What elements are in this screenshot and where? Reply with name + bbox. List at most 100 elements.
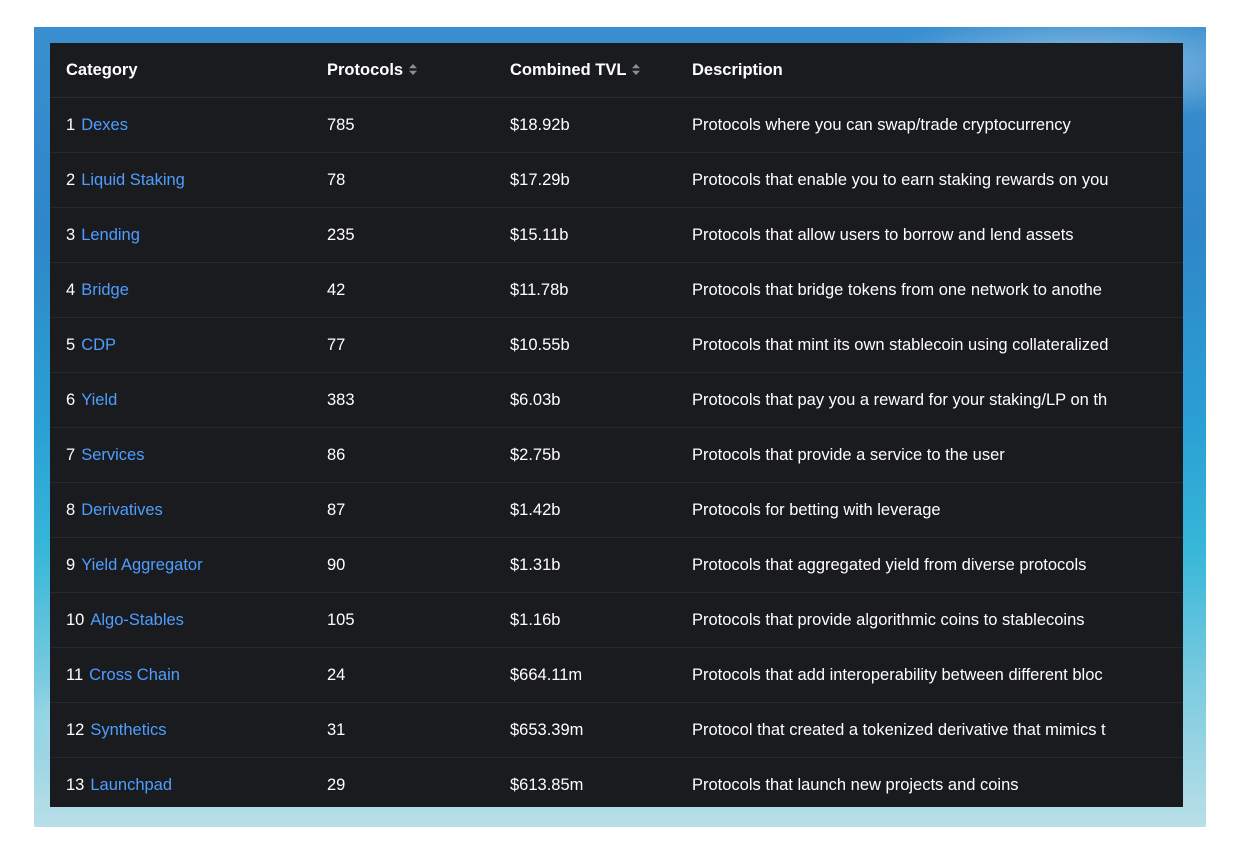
table-row: 13 Launchpad 29 $613.85m Protocols that laun…	[50, 758, 1183, 808]
category-description: Protocols that pay you a reward for your…	[692, 390, 1108, 409]
table-row: 3 Lending 235 $15.11b Protocols that allow u…	[50, 208, 1183, 263]
combined-tvl-value: $15.11b	[510, 225, 569, 244]
combined-tvl-value: $1.31b	[510, 555, 561, 574]
categories-table-panel: Category Protocols Combined TVL Descript…	[50, 43, 1183, 807]
category-description: Protocols that bridge tokens from one ne…	[692, 280, 1102, 299]
table-row: 10 Algo-Stables 105 $1.16b Protocols that pr…	[50, 593, 1183, 648]
category-link[interactable]: Liquid Staking	[81, 171, 185, 189]
header-combined-tvl[interactable]: Combined TVL	[510, 43, 692, 98]
combined-tvl-value: $2.75b	[510, 445, 561, 464]
category-cell: 5 CDP	[50, 318, 327, 373]
combined-tvl-value: $613.85m	[510, 775, 584, 794]
combined-tvl-value: $1.16b	[510, 610, 561, 629]
categories-table: Category Protocols Combined TVL Descript…	[50, 43, 1183, 807]
combined-tvl-value: $10.55b	[510, 335, 570, 354]
table-row: 5 CDP 77 $10.55b Protocols that mint its own…	[50, 318, 1183, 373]
category-description: Protocols that add interoperability betw…	[692, 665, 1103, 684]
sort-icon[interactable]	[632, 63, 641, 78]
category-link[interactable]: Dexes	[81, 116, 128, 134]
protocols-count: 24	[327, 665, 346, 684]
table-row: 11 Cross Chain 24 $664.11m Protocols that ad…	[50, 648, 1183, 703]
category-cell: 7 Services	[50, 428, 327, 483]
table-row: 6 Yield 383 $6.03b Protocols that pay you a …	[50, 373, 1183, 428]
combined-tvl-value: $11.78b	[510, 280, 569, 299]
category-cell: 1 Dexes	[50, 98, 327, 153]
category-link[interactable]: Cross Chain	[89, 666, 180, 684]
protocols-count: 29	[327, 775, 346, 794]
protocols-count: 31	[327, 720, 346, 739]
category-cell: 8 Derivatives	[50, 483, 327, 538]
protocols-count: 383	[327, 390, 355, 409]
row-rank: 1	[66, 115, 76, 134]
combined-tvl-value: $18.92b	[510, 115, 570, 134]
protocols-count: 87	[327, 500, 346, 519]
category-link[interactable]: Synthetics	[90, 721, 166, 739]
combined-tvl-value: $1.42b	[510, 500, 561, 519]
combined-tvl-value: $664.11m	[510, 665, 583, 684]
category-cell: 12 Synthetics	[50, 703, 327, 758]
category-link[interactable]: Bridge	[81, 281, 129, 299]
category-cell: 11 Cross Chain	[50, 648, 327, 703]
table-header-row: Category Protocols Combined TVL Descript…	[50, 43, 1183, 98]
table-row: 2 Liquid Staking 78 $17.29b Protocols that e…	[50, 153, 1183, 208]
row-rank: 5	[66, 335, 76, 354]
sort-updown-icon	[409, 63, 418, 75]
table-row: 12 Synthetics 31 $653.39m Protocol that crea…	[50, 703, 1183, 758]
category-description: Protocols that provide a service to the …	[692, 445, 1005, 464]
category-link[interactable]: Services	[81, 446, 144, 464]
category-cell: 13 Launchpad	[50, 758, 327, 808]
protocols-count: 78	[327, 170, 346, 189]
row-rank: 13	[66, 775, 85, 794]
row-rank: 4	[66, 280, 76, 299]
header-protocols[interactable]: Protocols	[327, 43, 510, 98]
category-link[interactable]: Yield Aggregator	[81, 556, 202, 574]
category-link[interactable]: Derivatives	[81, 501, 163, 519]
category-description: Protocols that aggregated yield from div…	[692, 555, 1087, 574]
category-description: Protocols that provide algorithmic coins…	[692, 610, 1085, 629]
header-description: Description	[692, 60, 783, 79]
category-cell: 3 Lending	[50, 208, 327, 263]
row-rank: 8	[66, 500, 76, 519]
row-rank: 7	[66, 445, 76, 464]
protocols-count: 86	[327, 445, 346, 464]
row-rank: 3	[66, 225, 76, 244]
protocols-count: 105	[327, 610, 355, 629]
sort-icon[interactable]	[409, 63, 418, 78]
category-cell: 10 Algo-Stables	[50, 593, 327, 648]
category-description: Protocol that created a tokenized deriva…	[692, 720, 1106, 739]
protocols-count: 90	[327, 555, 346, 574]
header-category: Category	[66, 60, 138, 79]
category-cell: 9 Yield Aggregator	[50, 538, 327, 593]
combined-tvl-value: $17.29b	[510, 170, 570, 189]
table-row: 4 Bridge 42 $11.78b Protocols that bridge to…	[50, 263, 1183, 318]
table-row: 9 Yield Aggregator 90 $1.31b Protocols that …	[50, 538, 1183, 593]
category-link[interactable]: CDP	[81, 336, 116, 354]
row-rank: 12	[66, 720, 85, 739]
protocols-count: 235	[327, 225, 355, 244]
category-cell: 6 Yield	[50, 373, 327, 428]
category-description: Protocols that launch new projects and c…	[692, 775, 1019, 794]
category-description: Protocols that enable you to earn stakin…	[692, 170, 1109, 189]
protocols-count: 42	[327, 280, 346, 299]
sort-updown-icon	[632, 63, 641, 75]
row-rank: 11	[66, 665, 84, 684]
category-link[interactable]: Yield	[81, 391, 117, 409]
row-rank: 10	[66, 610, 85, 629]
table-row: 8 Derivatives 87 $1.42b Protocols for bettin…	[50, 483, 1183, 538]
category-link[interactable]: Lending	[81, 226, 140, 244]
category-description: Protocols where you can swap/trade crypt…	[692, 115, 1071, 134]
combined-tvl-value: $6.03b	[510, 390, 561, 409]
category-description: Protocols that mint its own stablecoin u…	[692, 335, 1109, 354]
row-rank: 9	[66, 555, 76, 574]
row-rank: 2	[66, 170, 76, 189]
category-cell: 4 Bridge	[50, 263, 327, 318]
category-description: Protocols for betting with leverage	[692, 500, 941, 519]
category-cell: 2 Liquid Staking	[50, 153, 327, 208]
protocols-count: 77	[327, 335, 346, 354]
category-description: Protocols that allow users to borrow and…	[692, 225, 1074, 244]
combined-tvl-value: $653.39m	[510, 720, 584, 739]
table-row: 1 Dexes 785 $18.92b Protocols where you can …	[50, 98, 1183, 153]
category-link[interactable]: Launchpad	[90, 776, 172, 794]
row-rank: 6	[66, 390, 76, 409]
category-link[interactable]: Algo-Stables	[90, 611, 184, 629]
